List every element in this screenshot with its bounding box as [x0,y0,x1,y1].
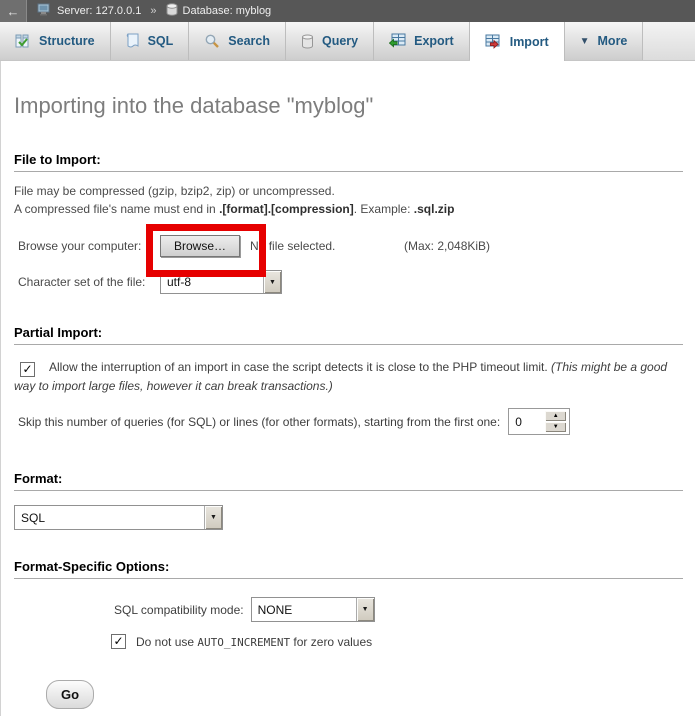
sql-compat-value: NONE [252,598,356,621]
back-arrow-icon: ← [7,4,20,19]
sql-compat-select[interactable]: NONE ▼ [251,597,375,622]
allow-interruption-checkbox[interactable]: ✓ [20,362,35,377]
tab-label: SQL [148,34,174,48]
chevron-down-icon[interactable]: ▼ [356,598,374,621]
browse-row: Browse your computer: Browse… No file se… [14,233,685,259]
tab-structure[interactable]: Structure [0,22,111,60]
tab-search[interactable]: Search [189,22,286,60]
auto-increment-checkbox[interactable]: ✓ [111,634,126,649]
charset-label: Character set of the file: [18,275,160,289]
chevron-down-icon[interactable]: ▼ [204,506,222,529]
max-size-text: (Max: 2,048KiB) [404,239,490,253]
charset-value: utf-8 [161,271,263,293]
structure-icon [15,33,31,49]
breadcrumb-separator: » [150,5,156,17]
check-icon: ✓ [113,635,123,648]
import-page: Importing into the database "myblog" Fil… [0,61,695,716]
partial-import-heading: Partial Import: [14,325,683,345]
tab-label: Structure [39,34,95,48]
skip-queries-label: Skip this number of queries (for SQL) or… [18,415,500,429]
format-row: SQL ▼ [14,505,685,530]
tab-label: More [598,34,628,48]
tab-sql[interactable]: SQL [111,22,190,60]
charset-select[interactable]: utf-8 ▼ [160,270,282,294]
skip-queries-row: Skip this number of queries (for SQL) or… [14,407,685,436]
file-to-import-heading: File to Import: [14,152,683,172]
import-icon [485,34,502,50]
back-arrow-button[interactable]: ← [0,0,27,22]
spinner-down-button[interactable]: ▼ [545,422,566,432]
tab-label: Search [228,34,270,48]
breadcrumb-database[interactable]: Database: myblog [183,5,272,17]
skip-queries-input[interactable]: 0 ▲ ▼ [508,408,570,435]
go-button[interactable]: Go [46,680,94,709]
format-options-heading: Format-Specific Options: [14,559,683,579]
breadcrumb-server[interactable]: Server: 127.0.0.1 [57,5,141,17]
browse-label: Browse your computer: [18,239,160,253]
browse-button[interactable]: Browse… [160,235,240,257]
auto-increment-text: Do not use AUTO_INCREMENT for zero value… [136,635,372,649]
tab-bar: Structure SQL Search Query [0,22,695,61]
breadcrumb-bar: ← Server: 127.0.0.1 » Database: myblog [0,0,695,22]
check-icon: ✓ [22,363,32,376]
allow-interruption-text: Allow the interruption of an import in c… [49,360,551,374]
export-icon [389,33,406,49]
compression-note: File may be compressed (gzip, bzip2, zip… [14,182,685,218]
tab-label: Import [510,35,549,49]
tab-import[interactable]: Import [470,22,565,61]
compression-line1: File may be compressed (gzip, bzip2, zip… [14,182,685,200]
tab-label: Query [322,34,358,48]
chevron-down-icon: ▼ [580,36,590,47]
format-heading: Format: [14,471,683,491]
breadcrumb: Server: 127.0.0.1 » Database: myblog [37,3,271,19]
format-select[interactable]: SQL ▼ [14,505,223,530]
allow-interruption-row: ✓ Allow the interruption of an import in … [14,358,685,396]
search-icon [204,33,220,49]
no-file-selected-text: No file selected. [250,239,335,253]
auto-increment-row: ✓ Do not use AUTO_INCREMENT for zero val… [111,634,685,649]
spinner-buttons: ▲ ▼ [545,411,566,432]
tab-query[interactable]: Query [286,22,374,60]
compression-line2: A compressed file's name must end in .[f… [14,200,685,218]
spinner-up-button[interactable]: ▲ [545,411,566,421]
tab-label: Export [414,34,454,48]
page-title: Importing into the database "myblog" [14,61,685,119]
sql-icon [126,33,140,49]
tab-export[interactable]: Export [374,22,470,60]
server-icon [37,3,52,19]
query-icon [301,34,314,49]
database-icon [166,3,178,19]
format-value: SQL [15,506,204,529]
skip-queries-value: 0 [509,415,522,429]
tabbar-filler [643,22,695,60]
sql-compat-label: SQL compatibility mode: [114,603,244,617]
tab-more[interactable]: ▼ More [565,22,644,60]
sql-compat-row: SQL compatibility mode: NONE ▼ [114,597,685,622]
charset-row: Character set of the file: utf-8 ▼ [14,270,685,294]
chevron-down-icon[interactable]: ▼ [263,271,281,293]
